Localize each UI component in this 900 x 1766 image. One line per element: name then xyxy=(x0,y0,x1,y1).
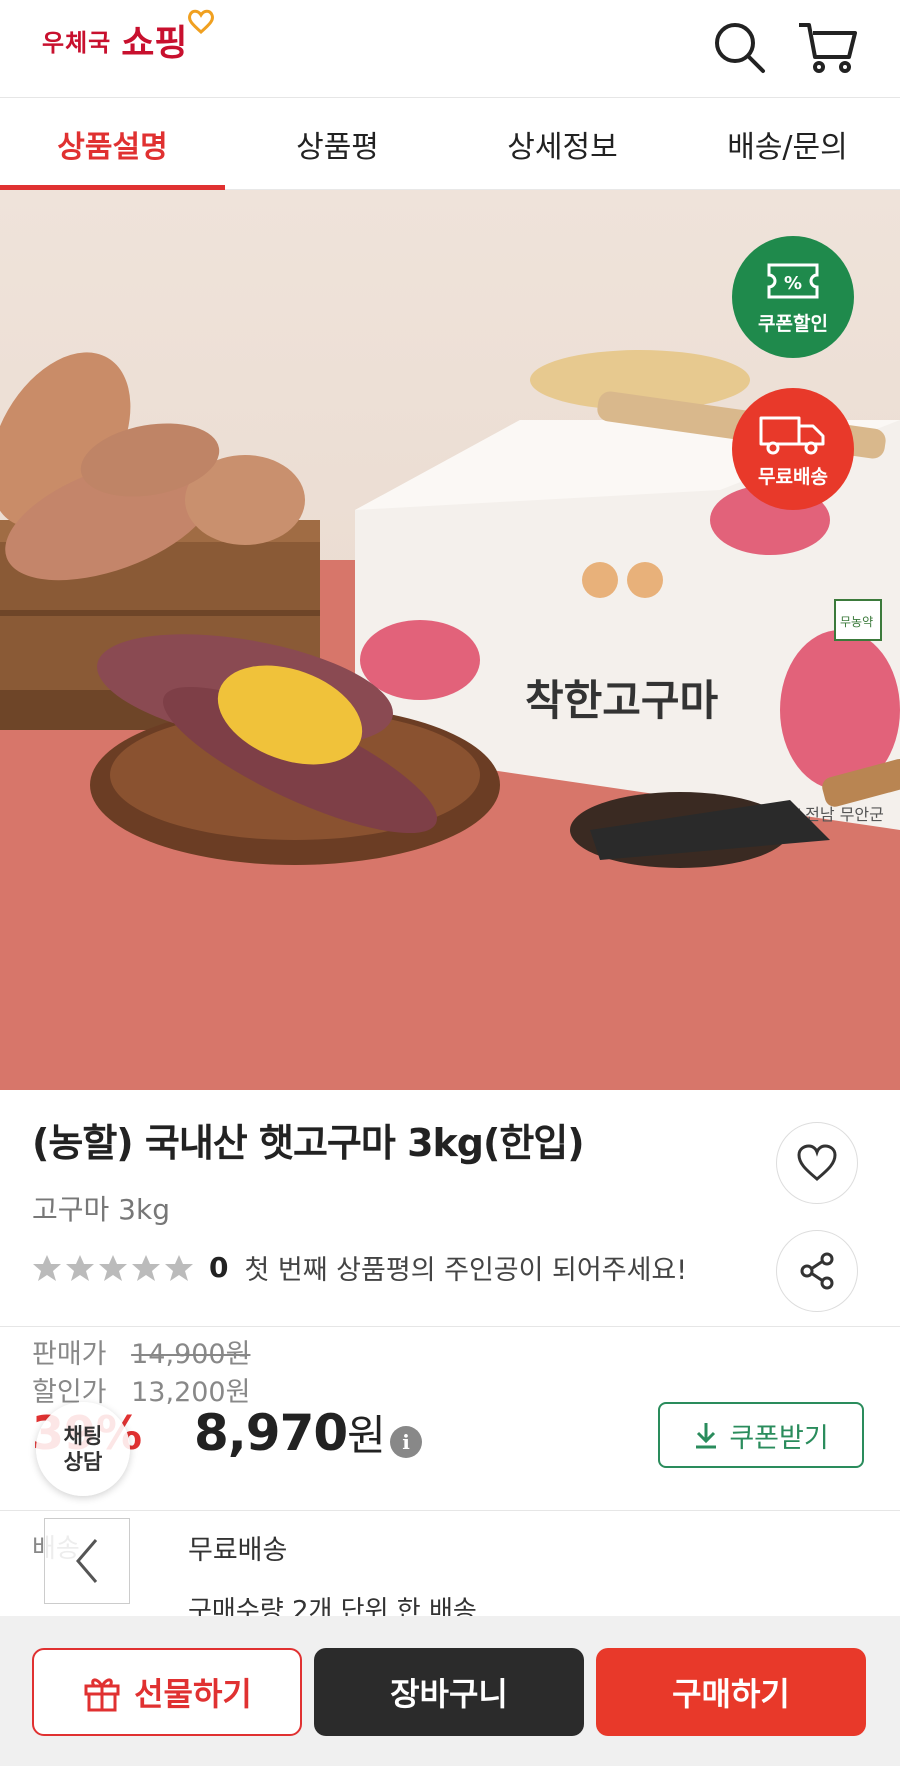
free-shipping-badge-label: 무료배송 xyxy=(758,465,828,488)
svg-text:무농약: 무농약 xyxy=(840,614,873,629)
chat-label-line2: 상담 xyxy=(63,1450,103,1474)
star-icon xyxy=(132,1254,160,1281)
divider xyxy=(0,1326,900,1327)
truck-icon xyxy=(759,416,825,454)
star-icon xyxy=(99,1254,127,1281)
product-hero-image[interactable]: 착한고구마 3kg / 전남 무안군 무농약 % 쿠폰할인 무료배송 xyxy=(0,190,900,1090)
free-shipping-badge[interactable]: 무료배송 xyxy=(732,388,854,510)
shipping-value: 무료배송 xyxy=(188,1535,288,1566)
review-count: 0 xyxy=(209,1251,229,1284)
share-icon xyxy=(800,1252,834,1290)
search-icon[interactable] xyxy=(708,16,770,78)
logo-sub-label: 쇼핑 xyxy=(121,23,188,64)
price-info-icon[interactable]: i xyxy=(390,1426,422,1458)
list-price-label: 판매가 xyxy=(32,1339,107,1370)
svg-text:착한고구마: 착한고구마 xyxy=(525,676,719,725)
back-button[interactable] xyxy=(44,1518,130,1604)
star-icon xyxy=(66,1254,94,1281)
gift-icon xyxy=(84,1678,120,1712)
get-coupon-label: 쿠폰받기 xyxy=(729,1422,829,1454)
tab-shipping-inquiry[interactable]: 배송/문의 xyxy=(675,98,900,189)
product-subtitle: 고구마 3kg xyxy=(32,1193,170,1226)
wishlist-button[interactable] xyxy=(776,1122,858,1204)
final-price-number: 8,970 xyxy=(194,1404,348,1462)
logo-main-text: 우체국 xyxy=(42,29,112,57)
coupon-discount-badge[interactable]: % 쿠폰할인 xyxy=(732,236,854,358)
final-price: 8,970원 xyxy=(194,1402,386,1463)
tab-description[interactable]: 상품설명 xyxy=(0,98,225,190)
buy-now-button[interactable]: 구매하기 xyxy=(596,1648,866,1736)
bottom-action-bar: 선물하기 장바구니 구매하기 xyxy=(0,1616,900,1766)
share-button[interactable] xyxy=(776,1230,858,1312)
tab-details[interactable]: 상세정보 xyxy=(450,98,675,189)
divider xyxy=(0,1510,900,1511)
gift-label: 선물하기 xyxy=(134,1675,252,1713)
star-icon xyxy=(165,1254,193,1281)
review-prompt: 첫 번째 상품평의 주인공이 되어주세요! xyxy=(244,1255,688,1286)
list-price-value: 14,900원 xyxy=(131,1339,251,1370)
heart-logo-icon xyxy=(187,9,214,34)
svg-text:%: % xyxy=(784,273,802,294)
add-to-cart-button[interactable]: 장바구니 xyxy=(314,1648,584,1736)
download-icon xyxy=(696,1423,717,1449)
tab-reviews[interactable]: 상품평 xyxy=(225,98,450,189)
heart-icon xyxy=(797,1144,837,1181)
product-title: (농할) 국내산 햇고구마 3kg(한입) xyxy=(32,1121,585,1165)
logo[interactable]: 우체국 쇼핑 xyxy=(42,9,214,66)
chevron-left-icon xyxy=(76,1539,98,1583)
star-icon xyxy=(33,1254,61,1281)
app-header: 우체국 쇼핑 xyxy=(0,0,900,98)
chat-consult-button[interactable]: 채팅 상담 xyxy=(36,1402,130,1496)
logo-sub-text: 쇼핑 xyxy=(121,9,214,66)
get-coupon-button[interactable]: 쿠폰받기 xyxy=(658,1402,864,1468)
product-tabs: 상품설명 상품평 상세정보 배송/문의 xyxy=(0,98,900,190)
gift-button[interactable]: 선물하기 xyxy=(32,1648,302,1736)
coupon-badge-label: 쿠폰할인 xyxy=(758,312,828,335)
list-price-row: 판매가 14,900원 xyxy=(32,1332,250,1371)
chat-label-line1: 채팅 xyxy=(63,1424,103,1448)
cart-icon[interactable] xyxy=(796,16,858,78)
coupon-icon: % xyxy=(767,263,819,298)
rating-stars[interactable]: 0 첫 번째 상품평의 주인공이 되어주세요! xyxy=(32,1248,687,1287)
final-price-unit: 원 xyxy=(347,1411,386,1460)
